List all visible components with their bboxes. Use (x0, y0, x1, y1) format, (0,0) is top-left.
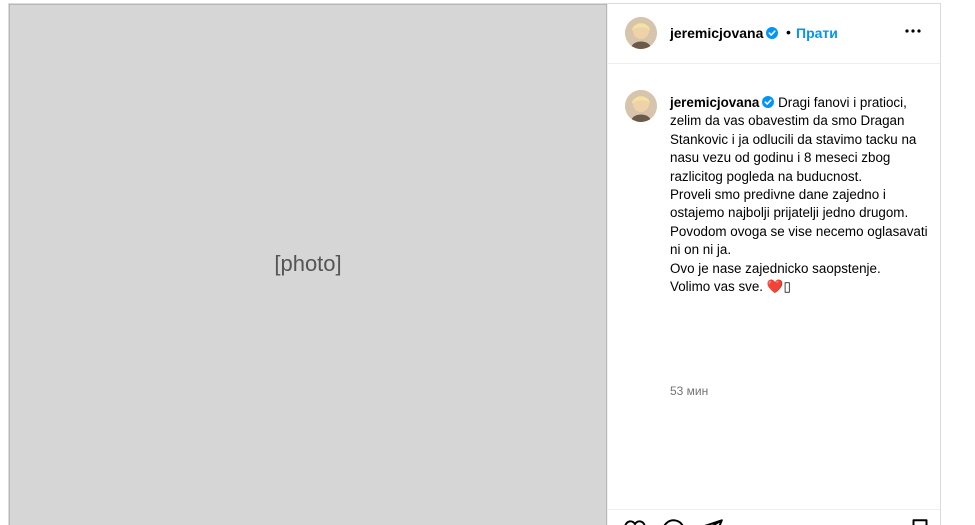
post-photo: [photo] (9, 4, 607, 525)
avatar[interactable] (625, 17, 657, 49)
caption-line: Proveli smo predivne dane zajedno i osta… (670, 187, 909, 221)
separator-dot: • (786, 24, 791, 40)
post-media[interactable]: [photo] (9, 4, 607, 525)
share-icon[interactable] (698, 517, 724, 525)
header-username[interactable]: jeremicjovana (670, 25, 779, 41)
verified-badge-icon (766, 27, 779, 39)
post-dialog: [photo] jeremicjovana • Прати jeremicjov… (8, 3, 941, 525)
caption-line: Povodom ovoga se vise necemo oglasavati … (670, 223, 928, 258)
post-sidebar: jeremicjovana • Прати jeremicjovana Drag… (607, 4, 940, 525)
avatar[interactable] (625, 90, 657, 122)
caption-username[interactable]: jeremicjovana (670, 95, 775, 110)
heart-icon[interactable] (622, 517, 648, 525)
heart-emoji: ❤️ (766, 279, 784, 295)
post-header: jeremicjovana • Прати (608, 4, 940, 64)
unsupported-glyph: ▯ (783, 279, 791, 295)
verified-badge-icon (762, 96, 775, 108)
caption-text: jeremicjovana Dragi fanovi i pratioci, z… (670, 94, 938, 296)
comment-icon[interactable] (660, 517, 686, 525)
photo-placeholder-label: [photo] (274, 251, 341, 276)
caption-line: Ovo je nase zajednicko saopstenje. (670, 260, 881, 276)
post-timestamp[interactable]: 53 мин (670, 384, 708, 398)
bookmark-icon[interactable] (907, 517, 933, 525)
follow-button[interactable]: Прати (796, 25, 838, 41)
caption-line: Volimo vas sve. (670, 279, 764, 295)
action-bar (608, 509, 940, 525)
more-options-icon[interactable] (901, 19, 925, 43)
